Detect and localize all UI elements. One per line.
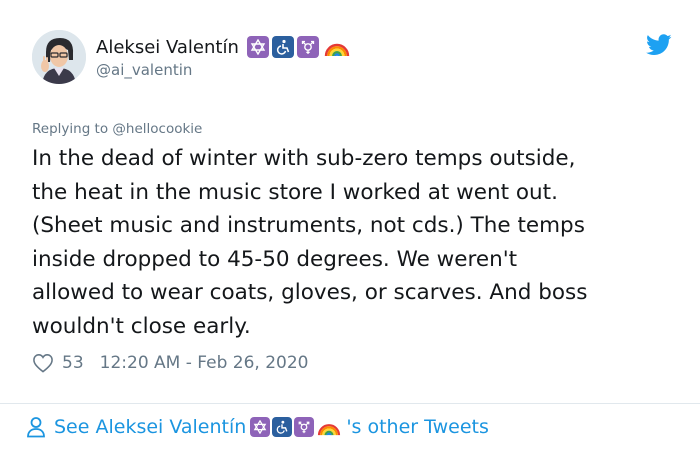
tweet-text: In the dead of winter with sub-zero temp… bbox=[32, 146, 588, 339]
author-name-line: Aleksei Valentín bbox=[96, 34, 352, 60]
tweet-timestamp[interactable]: 12:20 AM - Feb 26, 2020 bbox=[100, 353, 309, 373]
author-badges bbox=[246, 36, 352, 58]
author-display-name[interactable]: Aleksei Valentín bbox=[96, 37, 239, 58]
tweet-meta: 53 12:20 AM - Feb 26, 2020 bbox=[32, 350, 308, 376]
replying-to-prefix: Replying to bbox=[32, 121, 113, 137]
tweet-header: Aleksei Valentín @ai_valentin bbox=[32, 30, 672, 90]
author-handle[interactable]: @ai_valentin bbox=[96, 61, 192, 79]
wheelchair-icon bbox=[271, 36, 294, 58]
tweet-card: Aleksei Valentín @ai_valentin Replying t… bbox=[0, 0, 700, 452]
footer-divider bbox=[0, 403, 700, 404]
heart-outline-icon[interactable] bbox=[32, 352, 54, 374]
twitter-bird-icon[interactable] bbox=[646, 34, 672, 56]
footer-link-suffix: 's other Tweets bbox=[346, 416, 489, 438]
wheelchair-icon bbox=[272, 417, 293, 437]
star-of-david-icon bbox=[250, 417, 271, 437]
transgender-symbol-icon bbox=[294, 417, 315, 437]
see-other-tweets-link[interactable]: See Aleksei Valentín 's other Tweets bbox=[26, 412, 489, 442]
rainbow-icon bbox=[316, 417, 342, 437]
like-count[interactable]: 53 bbox=[62, 353, 84, 373]
footer-badges bbox=[250, 417, 342, 437]
replying-to-mention[interactable]: @hellocookie bbox=[112, 121, 202, 137]
rainbow-icon bbox=[322, 36, 352, 58]
replying-to: Replying to @hellocookie bbox=[32, 121, 202, 137]
transgender-symbol-icon bbox=[296, 36, 319, 58]
avatar[interactable] bbox=[32, 30, 86, 84]
person-outline-icon bbox=[26, 416, 48, 438]
star-of-david-icon bbox=[246, 36, 269, 58]
footer-link-prefix: See Aleksei Valentín bbox=[54, 416, 247, 438]
